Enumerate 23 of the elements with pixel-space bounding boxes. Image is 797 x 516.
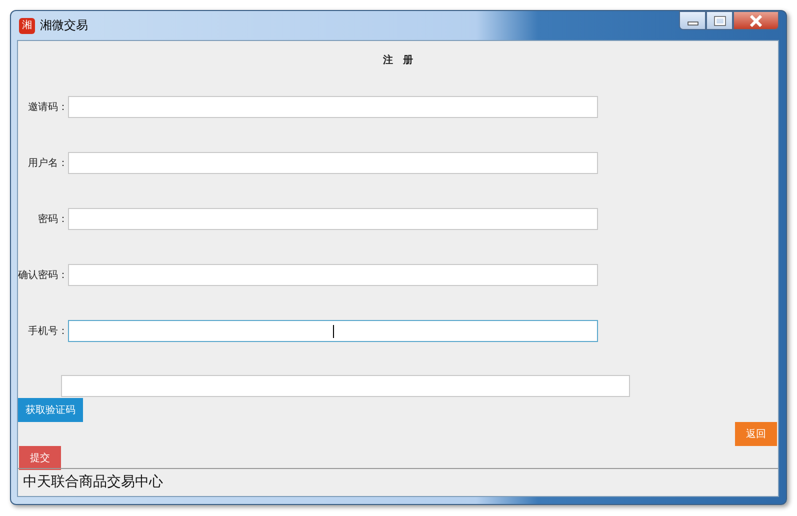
input-field[interactable] (61, 375, 630, 397)
field-label: 用户名： (27, 156, 68, 170)
get-code-button[interactable]: 获取验证码 (18, 398, 83, 422)
field-label: 确认密码： (18, 268, 68, 282)
input-field[interactable] (68, 208, 598, 230)
field-label: 手机号： (27, 324, 68, 338)
maximize-button[interactable] (706, 11, 733, 30)
input-field[interactable] (68, 264, 598, 286)
window-title: 湘微交易 (40, 17, 88, 34)
submit-button[interactable]: 提交 (19, 446, 61, 470)
form-title: 注 册 (382, 53, 414, 67)
input-field[interactable] (68, 152, 598, 174)
input-field[interactable] (68, 96, 598, 118)
close-button[interactable] (733, 11, 779, 30)
back-button[interactable]: 返回 (735, 422, 777, 446)
maximize-icon (712, 16, 726, 26)
input-field[interactable] (68, 320, 598, 342)
status-bar: 中天联合商品交易中心 (18, 468, 778, 496)
app-icon: 湘 (19, 18, 35, 34)
field-label: 邀请码： (27, 100, 68, 114)
field-label: 密码： (37, 212, 68, 226)
minimize-button[interactable] (679, 11, 706, 30)
close-icon (748, 14, 764, 26)
